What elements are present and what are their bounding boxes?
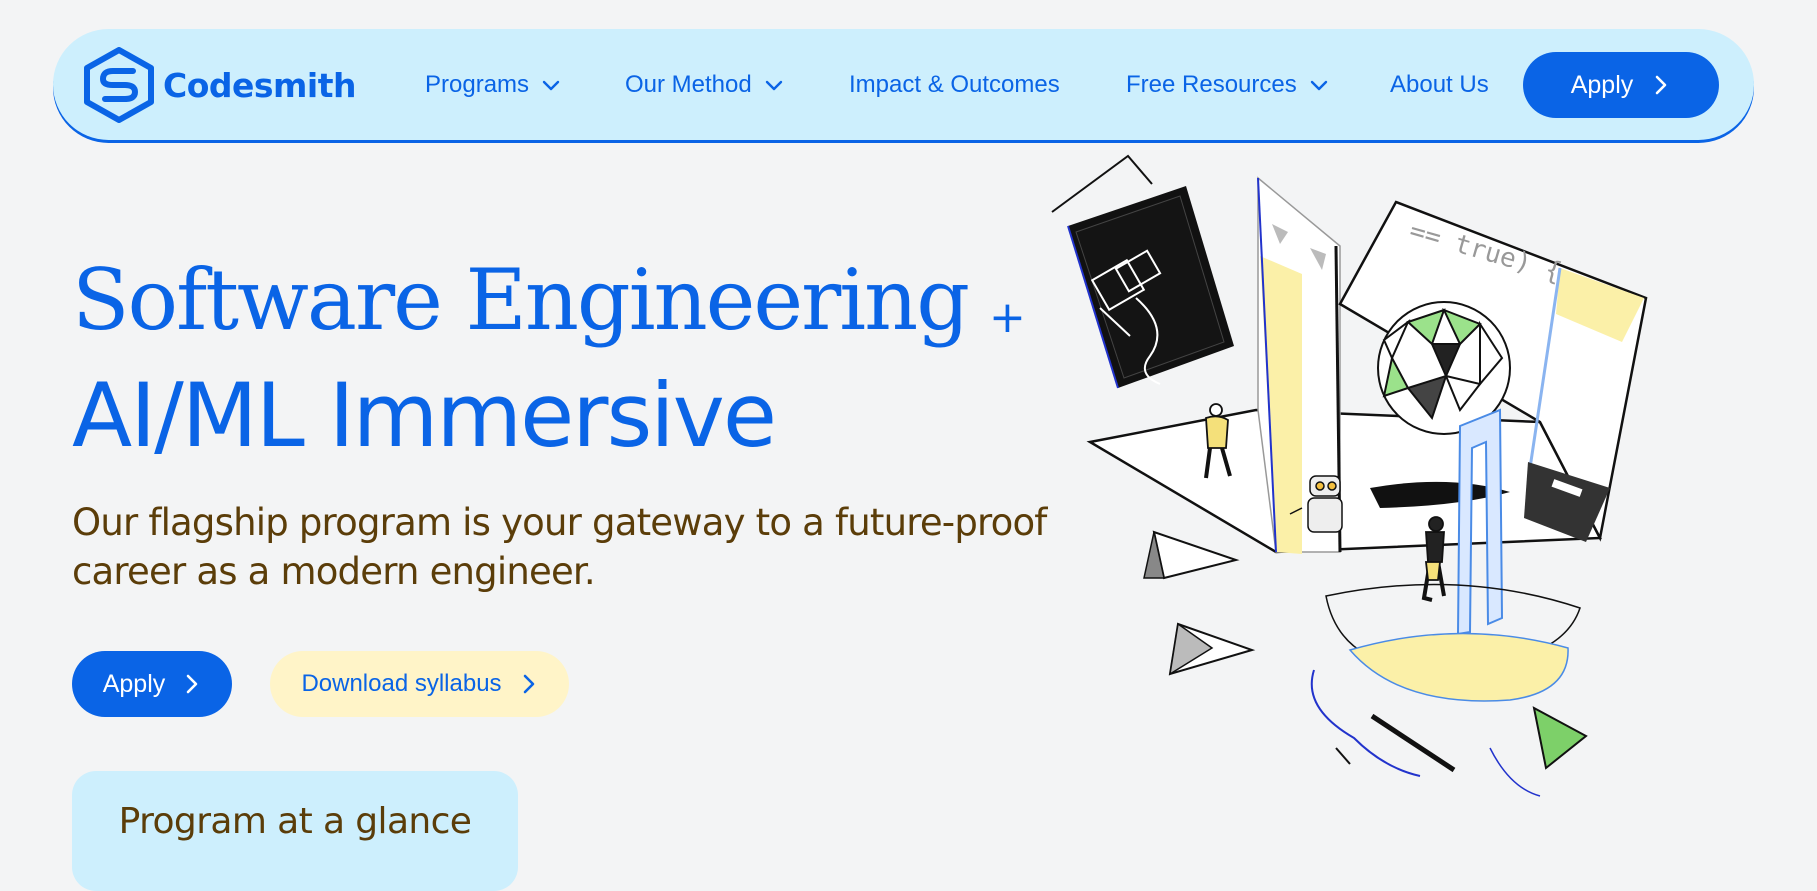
hero-title-line1: Software Engineering xyxy=(72,251,970,349)
nav-item-label: Impact & Outcomes xyxy=(849,70,1060,98)
program-at-a-glance-card: Program at a glance xyxy=(72,771,518,891)
hero-title-line2: AI/ML Immersive xyxy=(72,364,777,467)
brand-name: Codesmith xyxy=(163,65,357,105)
hero-subtitle: Our flagship program is your gateway to … xyxy=(72,501,1047,593)
glance-title: Program at a glance xyxy=(118,801,472,842)
nav-item-programs[interactable]: Programs xyxy=(425,29,561,140)
hero-apply-button[interactable]: Apply xyxy=(72,651,232,717)
nav-item-label: Free Resources xyxy=(1126,70,1297,98)
top-navbar: Codesmith Programs Our Method Impact & O… xyxy=(53,29,1754,140)
nav-apply-label: Apply xyxy=(1570,70,1634,99)
nav-item-impact-outcomes[interactable]: Impact & Outcomes xyxy=(849,29,1060,140)
chevron-right-icon xyxy=(186,674,198,694)
nav-item-our-method[interactable]: Our Method xyxy=(625,29,784,140)
nav-item-label: Programs xyxy=(425,70,530,98)
nav-item-free-resources[interactable]: Free Resources xyxy=(1126,29,1329,140)
hero-apply-label: Apply xyxy=(102,669,166,698)
hero-illustration: == true) { xyxy=(1051,154,1648,797)
chevron-right-icon xyxy=(523,674,534,694)
download-syllabus-label: Download syllabus xyxy=(301,670,502,697)
codesmith-logo-icon xyxy=(84,47,154,123)
chevron-down-icon xyxy=(765,80,782,90)
download-syllabus-button[interactable]: Download syllabus xyxy=(270,651,569,717)
chevron-right-icon xyxy=(1655,75,1667,95)
nav-apply-button[interactable]: Apply xyxy=(1523,52,1719,118)
hero-title-plus: + xyxy=(989,292,1026,343)
codesmith-logo[interactable]: Codesmith xyxy=(83,47,357,123)
nav-item-label: Our Method xyxy=(625,70,752,98)
chevron-down-icon xyxy=(1310,80,1327,90)
chevron-down-icon xyxy=(542,80,560,90)
nav-item-label: About Us xyxy=(1390,70,1489,98)
nav-item-about-us[interactable]: About Us xyxy=(1390,29,1489,140)
